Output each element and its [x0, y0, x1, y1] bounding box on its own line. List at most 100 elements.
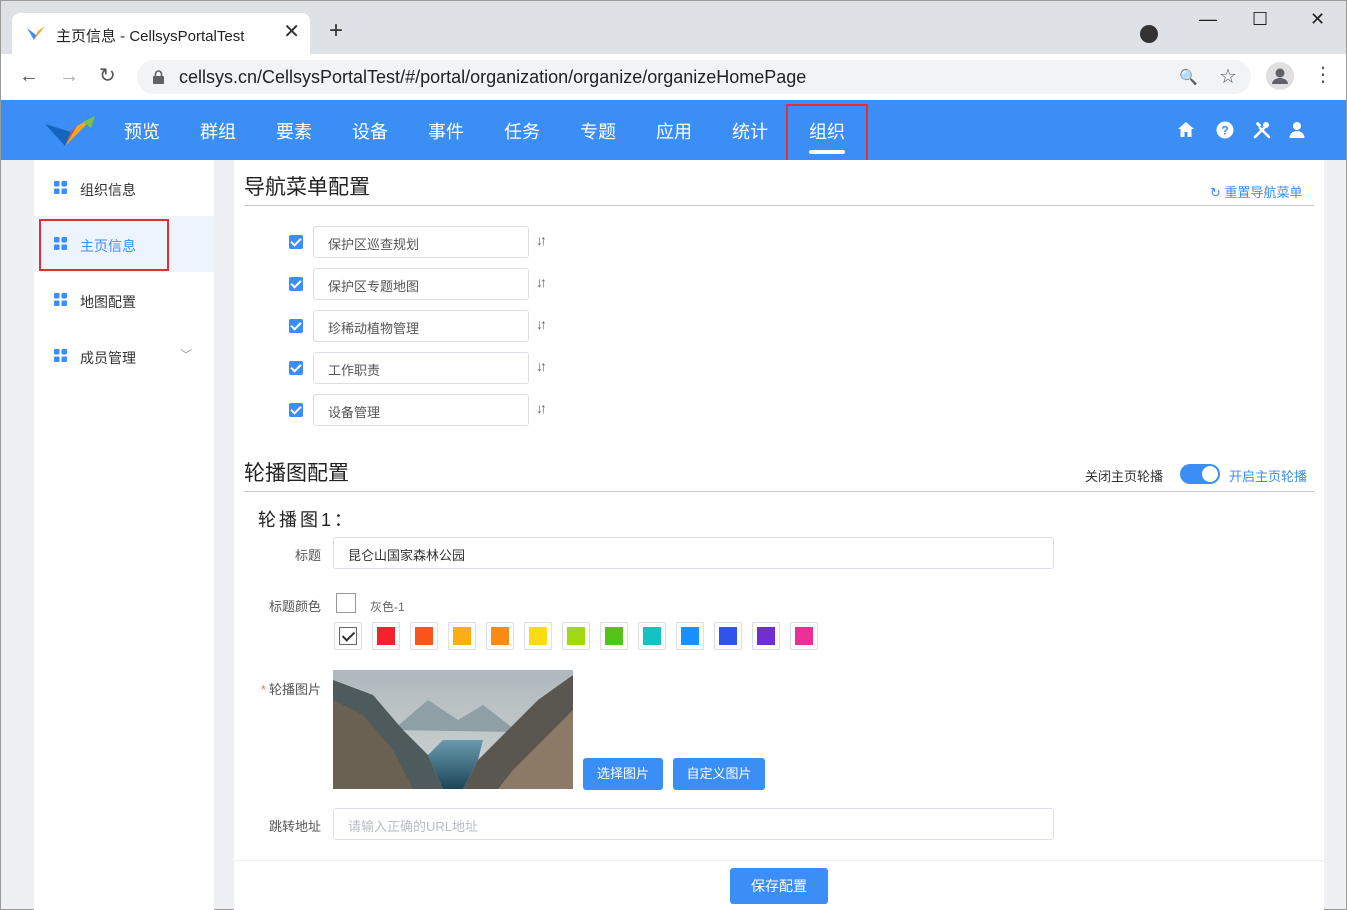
color-swatch[interactable]: [410, 622, 438, 650]
browser-menu-icon[interactable]: ⋮: [1313, 63, 1333, 87]
app-header: 预览 群组 要素 设备 事件 任务 专题 应用 统计 组织 ?: [0, 100, 1347, 160]
zoom-icon[interactable]: 🔍: [1179, 68, 1198, 86]
section-divider: [244, 205, 1314, 206]
nav-item-app[interactable]: 应用: [656, 118, 692, 144]
choose-image-button[interactable]: 选择图片: [583, 758, 663, 790]
redirect-url-input[interactable]: 请输入正确的URL地址: [333, 808, 1054, 840]
new-tab-button[interactable]: +: [329, 19, 343, 43]
grid-icon: [54, 181, 67, 194]
color-swatch[interactable]: [638, 622, 666, 650]
menu-item-input[interactable]: 工作职责: [313, 352, 529, 384]
help-icon[interactable]: ?: [1215, 120, 1235, 140]
sort-icon[interactable]: ↓↑: [536, 274, 547, 290]
slide-heading: 轮播图1：: [258, 510, 356, 530]
slide-title-input[interactable]: 昆仑山国家森林公园: [333, 537, 1054, 569]
browser-tab-bar: 主页信息 - CellsysPortalTest ✕ + — ☐ ✕: [0, 0, 1347, 55]
minimize-button[interactable]: —: [1199, 9, 1217, 30]
footer-bar: 保存配置: [234, 860, 1324, 910]
app-logo[interactable]: [43, 112, 97, 150]
color-swatch[interactable]: [790, 622, 818, 650]
menu-item-input[interactable]: 保护区专题地图: [313, 268, 529, 300]
sidebar-item-label: 组织信息: [80, 182, 136, 198]
color-swatch-fill: [491, 627, 509, 645]
chevron-down-icon[interactable]: ﹀: [180, 346, 192, 363]
address-bar: ← → ↻ cellsys.cn/CellsysPortalTest/#/por…: [0, 54, 1347, 100]
color-swatch[interactable]: [486, 622, 514, 650]
custom-image-button[interactable]: 自定义图片: [673, 758, 765, 790]
color-swatch[interactable]: [676, 622, 704, 650]
omnibox[interactable]: cellsys.cn/CellsysPortalTest/#/portal/or…: [137, 60, 1251, 94]
maximize-button[interactable]: ☐: [1252, 9, 1268, 30]
color-swatch[interactable]: [714, 622, 742, 650]
menu-item-input[interactable]: 保护区巡查规划: [313, 226, 529, 258]
color-swatch-fill: [377, 627, 395, 645]
home-icon[interactable]: [1176, 120, 1196, 140]
grid-icon: [54, 349, 67, 362]
color-swatch[interactable]: [600, 622, 628, 650]
current-color-name: 灰色-1: [370, 600, 405, 614]
media-control-icon[interactable]: [1140, 25, 1158, 43]
sort-icon[interactable]: ↓↑: [536, 316, 547, 332]
reset-nav-menu-link[interactable]: ↻ 重置导航菜单: [1210, 182, 1303, 201]
required-mark: *: [260, 682, 266, 697]
color-swatch[interactable]: [372, 622, 400, 650]
menu-item-checkbox[interactable]: [289, 319, 303, 333]
account-icon[interactable]: [1266, 62, 1294, 90]
menu-item-checkbox[interactable]: [289, 361, 303, 375]
nav-item-event[interactable]: 事件: [428, 118, 464, 144]
toggle-knob: [1202, 466, 1218, 482]
refresh-icon: ↻: [1210, 185, 1221, 200]
color-swatch-fill: [681, 627, 699, 645]
nav-item-stats[interactable]: 统计: [732, 118, 768, 144]
user-icon[interactable]: [1287, 120, 1307, 140]
menu-item-checkbox[interactable]: [289, 235, 303, 249]
sort-icon[interactable]: ↓↑: [536, 400, 547, 416]
reload-button[interactable]: ↻: [99, 64, 116, 88]
color-swatch[interactable]: [448, 622, 476, 650]
sidebar-item-label: 地图配置: [80, 294, 136, 310]
tools-icon[interactable]: [1252, 120, 1272, 140]
nav-item-group[interactable]: 群组: [200, 118, 236, 144]
menu-item-input[interactable]: 珍稀动植物管理: [313, 310, 529, 342]
save-config-button[interactable]: 保存配置: [730, 868, 828, 904]
lock-icon: [153, 70, 164, 84]
sort-icon[interactable]: ↓↑: [536, 358, 547, 374]
carousel-image-label-text: 轮播图片: [268, 682, 321, 697]
title-label: 标题: [294, 548, 321, 563]
nav-item-element[interactable]: 要素: [276, 118, 312, 144]
nav-item-task[interactable]: 任务: [504, 118, 540, 144]
sidebar-highlight-box: [39, 219, 169, 271]
close-window-button[interactable]: ✕: [1310, 9, 1325, 30]
title-color-label: 标题颜色: [268, 599, 321, 614]
browser-tab[interactable]: 主页信息 - CellsysPortalTest ✕: [12, 13, 310, 55]
sort-icon[interactable]: ↓↑: [536, 232, 547, 248]
sidebar-item-map-config[interactable]: 地图配置: [34, 272, 214, 328]
menu-item-checkbox[interactable]: [289, 403, 303, 417]
carousel-config-title: 轮播图配置: [244, 462, 349, 485]
color-swatch[interactable]: [562, 622, 590, 650]
menu-item-input[interactable]: 设备管理: [313, 394, 529, 426]
nav-item-device[interactable]: 设备: [352, 118, 388, 144]
carousel-on-label: 开启主页轮播: [1229, 469, 1308, 484]
menu-item-checkbox[interactable]: [289, 277, 303, 291]
tab-close-icon[interactable]: ✕: [283, 21, 300, 43]
nav-menu-config-title: 导航菜单配置: [244, 176, 370, 199]
url-text[interactable]: cellsys.cn/CellsysPortalTest/#/portal/or…: [179, 67, 806, 88]
forward-button[interactable]: →: [59, 64, 79, 88]
app-favicon-icon: [27, 26, 45, 40]
color-swatch-fill: [719, 627, 737, 645]
color-swatch[interactable]: [334, 622, 362, 650]
color-swatch-fill: [795, 627, 813, 645]
color-swatch[interactable]: [524, 622, 552, 650]
selected-color-check-icon: [339, 627, 357, 645]
nav-item-topic[interactable]: 专题: [580, 118, 616, 144]
bookmark-star-icon[interactable]: ☆: [1219, 64, 1237, 89]
nav-highlight-box: [786, 104, 868, 166]
nav-item-preview[interactable]: 预览: [124, 118, 160, 144]
sidebar-item-members[interactable]: 成员管理 ﹀: [34, 328, 214, 384]
back-button[interactable]: ←: [19, 64, 39, 88]
sidebar-item-org-info[interactable]: 组织信息: [34, 160, 214, 216]
color-swatch[interactable]: [752, 622, 780, 650]
carousel-toggle[interactable]: [1180, 464, 1220, 484]
color-swatch-fill: [567, 627, 585, 645]
